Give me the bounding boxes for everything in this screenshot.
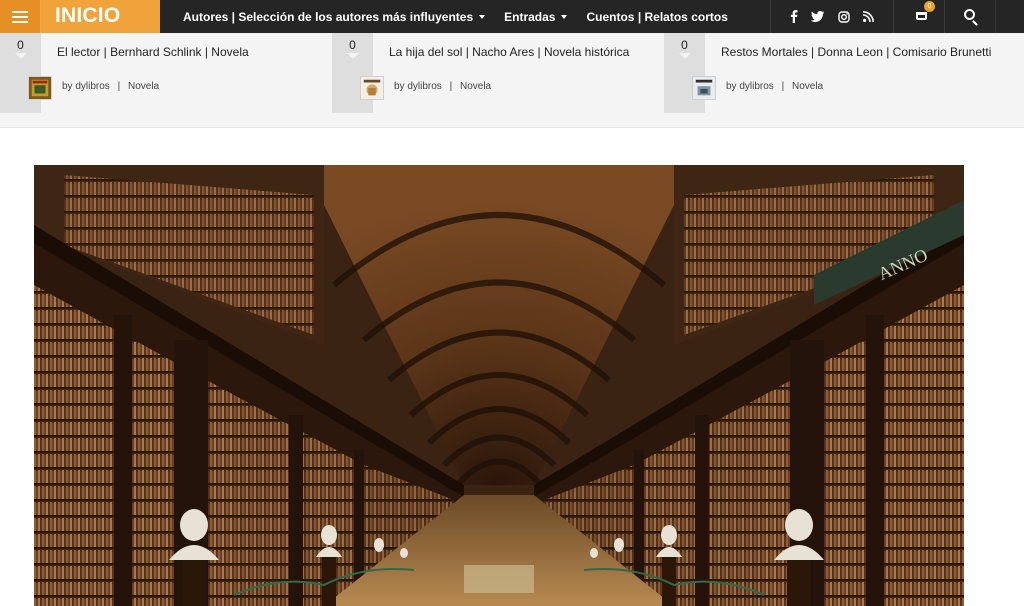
rss-icon[interactable]	[863, 11, 875, 22]
nav-label: Autores | Selección de los autores más i…	[183, 9, 474, 24]
chevron-down-icon	[479, 14, 486, 19]
book-cover-thumbnail[interactable]	[28, 76, 52, 100]
post-card[interactable]: 0 El lector | Bernhard Schlink | Novela …	[0, 33, 330, 113]
author-prefix: by	[726, 81, 737, 92]
post-category[interactable]: Novela	[460, 81, 491, 92]
post-author[interactable]: dylibros	[75, 81, 109, 92]
speech-notch-icon	[679, 53, 691, 59]
recent-posts-strip: 0 El lector | Bernhard Schlink | Novela …	[0, 33, 1024, 128]
basket-icon	[916, 12, 927, 20]
post-author[interactable]: dylibros	[407, 81, 441, 92]
search-button[interactable]	[945, 0, 996, 33]
book-cover-thumbnail[interactable]	[360, 76, 384, 100]
site-logo[interactable]: INICIO	[41, 0, 160, 33]
twitter-icon[interactable]	[811, 11, 825, 22]
author-prefix: by	[62, 81, 73, 92]
meta-separator: |	[781, 81, 785, 92]
hamburger-icon	[12, 10, 28, 23]
comment-count: 0	[17, 38, 24, 52]
comment-count-box: 0	[0, 33, 41, 113]
comment-count: 0	[681, 38, 688, 52]
post-meta: by dylibros | Novela	[726, 81, 823, 92]
cart-button[interactable]: 0	[894, 0, 945, 33]
author-prefix: by	[394, 81, 405, 92]
instagram-icon[interactable]	[838, 10, 850, 23]
cart-count-badge: 0	[924, 1, 935, 12]
nav-item-entradas[interactable]: Entradas	[504, 9, 568, 24]
nav-label: Entradas	[504, 9, 556, 24]
search-icon	[964, 9, 975, 20]
post-category[interactable]: Novela	[128, 81, 159, 92]
facebook-icon[interactable]	[790, 10, 798, 23]
post-author[interactable]: dylibros	[739, 81, 773, 92]
library-hall-photo[interactable]: ANNO	[34, 165, 964, 606]
meta-separator: |	[117, 81, 121, 92]
post-meta: by dylibros | Novela	[62, 81, 159, 92]
top-navigation-bar: INICIO Autores | Selección de los autore…	[0, 0, 1024, 33]
post-card[interactable]: 0 Restos Mortales | Donna Leon | Comisar…	[664, 33, 1024, 113]
comment-count-box: 0	[332, 33, 373, 113]
post-title[interactable]: Restos Mortales | Donna Leon | Comisario…	[721, 45, 991, 59]
post-card[interactable]: 0 La hija del sol | Nacho Ares | Novela …	[332, 33, 662, 113]
meta-separator: |	[449, 81, 453, 92]
post-title[interactable]: La hija del sol | Nacho Ares | Novela hi…	[389, 45, 629, 59]
chevron-down-icon	[561, 14, 568, 19]
social-links	[770, 0, 894, 33]
nav-item-cuentos[interactable]: Cuentos | Relatos cortos	[586, 10, 727, 24]
main-nav: Autores | Selección de los autores más i…	[183, 0, 747, 33]
book-cover-thumbnail[interactable]	[692, 76, 716, 100]
post-meta: by dylibros | Novela	[394, 81, 491, 92]
nav-item-autores[interactable]: Autores | Selección de los autores más i…	[183, 9, 486, 24]
comment-count-box: 0	[664, 33, 705, 113]
post-category[interactable]: Novela	[792, 81, 823, 92]
nav-label: Cuentos | Relatos cortos	[586, 9, 728, 24]
comment-count: 0	[349, 38, 356, 52]
speech-notch-icon	[347, 53, 359, 59]
post-title[interactable]: El lector | Bernhard Schlink | Novela	[57, 45, 249, 59]
menu-toggle-button[interactable]	[0, 0, 41, 33]
logo-text: INICIO	[55, 4, 121, 27]
speech-notch-icon	[15, 53, 27, 59]
